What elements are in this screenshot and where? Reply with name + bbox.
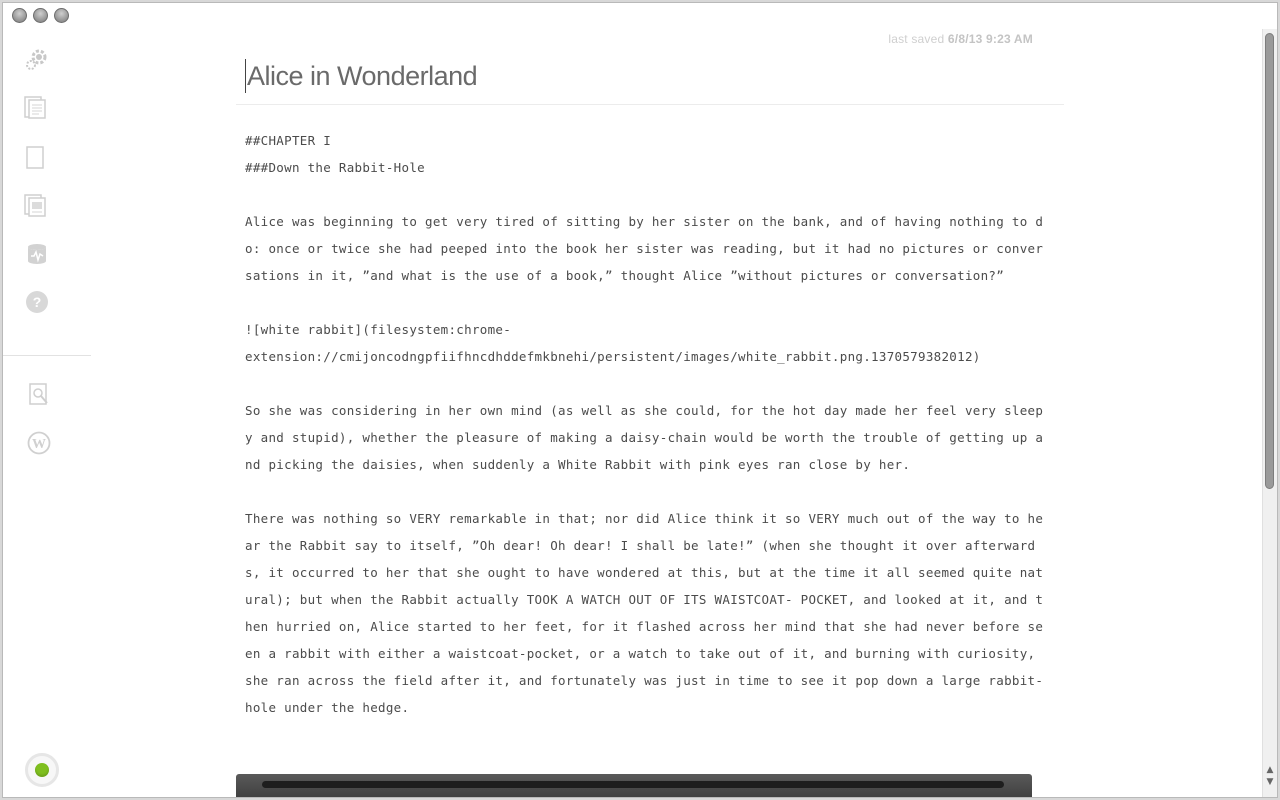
- last-saved-label: last saved: [888, 32, 945, 46]
- svg-text:?: ?: [33, 294, 42, 310]
- editor-paragraph: Alice was beginning to get very tired of…: [245, 214, 1044, 283]
- preview-icon[interactable]: [25, 380, 53, 408]
- document-title[interactable]: Alice in Wonderland: [245, 59, 478, 93]
- database-icon[interactable]: [23, 240, 51, 268]
- svg-text:W: W: [32, 437, 46, 452]
- markdown-editor[interactable]: ##CHAPTER I ###Down the Rabbit-Hole Alic…: [245, 127, 1045, 748]
- chapter-heading-line: ##CHAPTER I: [245, 133, 332, 148]
- editor-paragraph: So she was considering in her own mind (…: [245, 403, 1044, 472]
- vertical-scroll-thumb[interactable]: [1265, 33, 1274, 489]
- editor-paragraph: There was nothing so VERY remarkable in …: [245, 511, 1044, 715]
- blank-page-icon[interactable]: [21, 143, 49, 171]
- horizontal-scroll-thumb[interactable]: [262, 781, 1004, 788]
- help-icon[interactable]: ?: [23, 288, 51, 316]
- image-pages-icon[interactable]: [21, 191, 49, 219]
- section-heading-line: ###Down the Rabbit-Hole: [245, 160, 425, 175]
- scroll-down-arrow-icon[interactable]: ▼: [1265, 777, 1275, 787]
- image-markdown-url: extension://cmijoncodngpfiifhncdhddefmkb…: [245, 349, 981, 364]
- wordpress-icon[interactable]: W: [25, 429, 53, 457]
- title-divider: [236, 104, 1064, 105]
- horizontal-scrollbar[interactable]: [236, 774, 1032, 797]
- vertical-scrollbar[interactable]: ▲ ▼: [1262, 29, 1277, 797]
- sync-status-indicator[interactable]: [25, 753, 59, 787]
- app-window: ? W last saved 6/8/13 9:23 AM Alice in W…: [2, 2, 1278, 798]
- last-saved-value: 6/8/13 9:23 AM: [947, 32, 1033, 46]
- last-saved-status: last saved 6/8/13 9:23 AM: [888, 32, 1033, 46]
- image-markdown-line: ![white rabbit](filesystem:chrome-: [245, 322, 512, 337]
- sidebar-divider: [3, 355, 91, 356]
- documents-icon[interactable]: [21, 93, 49, 121]
- editor-paragraph: ![white rabbit](filesystem:chrome- exten…: [245, 316, 1045, 370]
- scroll-up-arrow-icon[interactable]: ▲: [1265, 765, 1275, 775]
- status-dot-icon: [35, 763, 49, 777]
- editor-paragraph: ##CHAPTER I ###Down the Rabbit-Hole: [245, 127, 1045, 181]
- sidebar: ? W: [3, 3, 95, 797]
- gear-icon[interactable]: [23, 45, 51, 73]
